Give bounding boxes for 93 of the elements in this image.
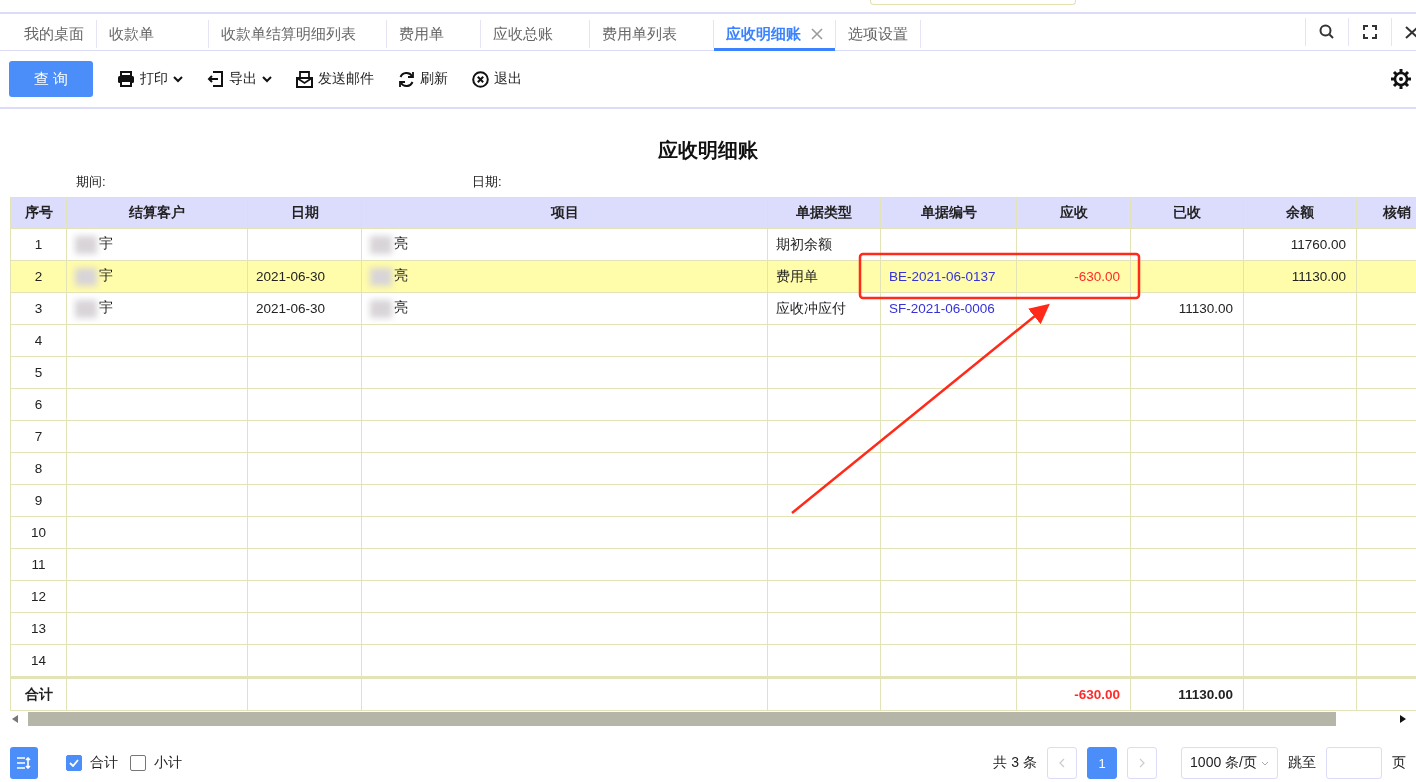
blur-patch (75, 299, 97, 318)
chevron-right-icon (1139, 758, 1146, 768)
table-cell: 5 (34, 365, 43, 380)
checkbox-label[interactable]: 合计 (90, 754, 118, 772)
table-cell: 宇 (99, 236, 113, 252)
close-icon (1404, 25, 1416, 39)
scroll-right-icon[interactable] (1400, 715, 1406, 723)
period-label: 期间: (76, 173, 107, 191)
page-size-select[interactable]: 1000 条/页 (1181, 747, 1278, 779)
table-cell: 1 (34, 237, 43, 252)
table-cell: 亮 (394, 236, 408, 252)
table-cell: 3 (34, 301, 43, 316)
column-header[interactable]: 已收 (1130, 197, 1244, 229)
export-icon (207, 71, 224, 87)
tab[interactable]: 收款单 (97, 20, 209, 48)
column-toggle-button[interactable] (10, 747, 38, 779)
table-cell: -630.00 (1074, 269, 1120, 284)
checkbox[interactable] (130, 755, 146, 771)
column-header[interactable]: 应收 (1016, 197, 1131, 229)
checkbox-label[interactable]: 小计 (154, 754, 182, 772)
table-cell: 亮 (394, 268, 408, 284)
scroll-left-icon[interactable] (12, 715, 18, 723)
fullscreen-icon (1363, 25, 1377, 39)
close-circle-icon (472, 70, 489, 88)
list-sort-icon (17, 757, 31, 769)
close-button[interactable] (1391, 18, 1416, 46)
column-header[interactable]: 余额 (1243, 197, 1357, 229)
search-icon (1319, 24, 1335, 40)
date-label: 日期: (472, 173, 502, 191)
blur-patch (370, 299, 392, 318)
printer-icon (117, 71, 135, 87)
column-header[interactable]: 序号 (10, 197, 67, 229)
table-cell: 9 (34, 493, 43, 508)
table-cell: 2 (34, 269, 43, 284)
refresh-icon (398, 70, 415, 88)
export-button[interactable]: 导出 (195, 61, 284, 97)
table-cell: 期初余额 (776, 236, 832, 252)
table-cell: 亮 (394, 300, 408, 316)
table-cell: 6 (34, 397, 43, 412)
blur-patch (75, 267, 97, 286)
table-cell: 11130.00 (1291, 269, 1346, 284)
mail-icon (296, 70, 313, 88)
table-cell: 10 (31, 525, 46, 540)
table-cell: 12 (31, 589, 46, 604)
column-header[interactable]: 单据编号 (880, 197, 1017, 229)
page-input[interactable] (1326, 747, 1382, 779)
jump-label: 跳至 (1288, 754, 1316, 772)
table-cell: 应收冲应付 (776, 300, 846, 316)
report-title: 应收明细账 (657, 138, 759, 163)
table-cell: 11130.00 (1178, 301, 1233, 316)
tab[interactable]: 费用单列表 (590, 20, 714, 48)
tab[interactable]: 应收明细账 (714, 20, 836, 48)
tab[interactable]: 应收总账 (481, 20, 590, 48)
total-count: 共 3 条 (993, 754, 1038, 772)
blur-patch (370, 235, 392, 254)
table-cell: 费用单 (776, 268, 818, 284)
total-label: 合计 (24, 686, 53, 702)
refresh-button[interactable]: 刷新 (386, 61, 460, 97)
table-cell: 2021-06-30 (256, 269, 326, 284)
table-cell: 14 (31, 653, 46, 668)
page-unit-label: 页 (1392, 754, 1406, 772)
column-header[interactable]: 结算客户 (66, 197, 248, 229)
exit-button[interactable]: 退出 (460, 61, 534, 97)
blur-patch (370, 267, 392, 286)
table-cell: 13 (31, 621, 46, 636)
chevron-left-icon (1059, 758, 1066, 768)
total-value: 11130.00 (1178, 687, 1233, 702)
tab[interactable]: 选项设置 (836, 20, 921, 48)
close-tab-icon[interactable] (811, 28, 823, 40)
column-header[interactable]: 核销 (1356, 197, 1416, 229)
tab[interactable]: 我的桌面 (12, 20, 97, 48)
table-cell: 宇 (99, 268, 113, 284)
tab[interactable]: 收款单结算明细列表 (209, 20, 387, 48)
table-cell: 11760.00 (1290, 237, 1346, 252)
check-icon (69, 759, 79, 767)
caret-icon (1261, 760, 1269, 766)
table-cell: 宇 (99, 300, 113, 316)
tab[interactable]: 费用单 (387, 20, 481, 48)
checkbox[interactable] (66, 755, 82, 771)
column-header[interactable]: 项目 (361, 197, 768, 229)
table-cell: 7 (34, 429, 43, 444)
blur-patch (75, 235, 97, 254)
print-button[interactable]: 打印 (105, 61, 195, 97)
table-cell: 8 (34, 461, 43, 476)
send-mail-button[interactable]: 发送邮件 (284, 61, 386, 97)
table-cell: 11 (31, 557, 46, 572)
scrollbar-thumb[interactable] (28, 712, 1336, 726)
table-cell: 2021-06-30 (256, 301, 326, 316)
column-header[interactable]: 单据类型 (767, 197, 881, 229)
table-cell: 4 (34, 333, 43, 348)
total-value: -630.00 (1074, 687, 1120, 702)
column-header[interactable]: 日期 (247, 197, 362, 229)
settings-icon[interactable] (1390, 68, 1412, 90)
